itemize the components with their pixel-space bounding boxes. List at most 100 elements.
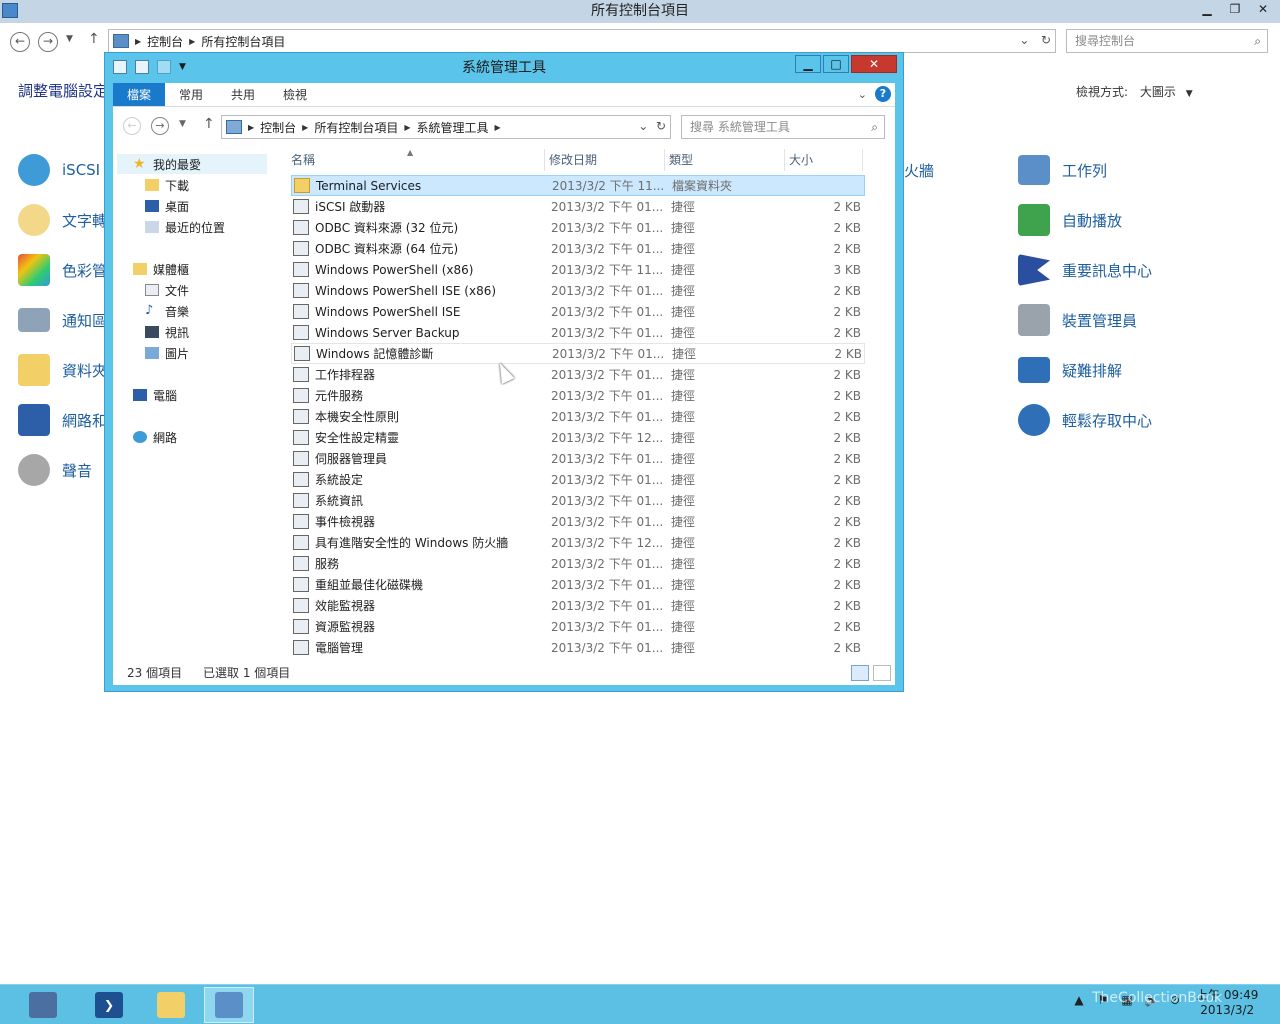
- chevron-down-icon[interactable]: ⌄: [638, 119, 648, 133]
- tree-item-libraries[interactable]: 媒體櫃: [133, 259, 189, 279]
- help-icon[interactable]: ?: [875, 86, 891, 102]
- column-header-name[interactable]: ▲ 名稱: [287, 148, 545, 171]
- tree-item-desktop[interactable]: 桌面: [145, 196, 189, 216]
- file-row[interactable]: 事件檢視器 2013/3/2 下午 01... 捷徑 2 KB: [291, 511, 865, 532]
- file-date: 2013/3/2 下午 01...: [551, 368, 664, 382]
- bg-search-input[interactable]: 搜尋控制台 ⌕: [1066, 29, 1268, 53]
- cp-item-folder-options[interactable]: 資料夾: [18, 350, 107, 390]
- file-row[interactable]: Windows PowerShell ISE 2013/3/2 下午 01... 捷…: [291, 301, 865, 322]
- tree-item-videos[interactable]: 視訊: [145, 322, 189, 342]
- back-arrow-icon[interactable]: ←: [123, 117, 141, 135]
- tab-home[interactable]: 常用: [165, 83, 217, 106]
- tree-item-pictures[interactable]: 圖片: [145, 343, 189, 363]
- cp-item-color-management[interactable]: 色彩管: [18, 250, 107, 290]
- ribbon-tabs: 檔案 常用 共用 檢視 ⌄ ?: [113, 83, 895, 107]
- tree-item-downloads[interactable]: 下載: [145, 175, 189, 195]
- file-row[interactable]: iSCSI 啟動器 2013/3/2 下午 01... 捷徑 2 KB: [291, 196, 865, 217]
- file-row[interactable]: Windows Server Backup 2013/3/2 下午 01... 捷徑…: [291, 322, 865, 343]
- tree-item-documents[interactable]: 文件: [145, 280, 189, 300]
- back-arrow-icon[interactable]: ←: [10, 32, 30, 52]
- cp-item-network-sharing[interactable]: 網路和: [18, 400, 107, 440]
- taskbar-file-explorer[interactable]: [146, 987, 196, 1023]
- file-row[interactable]: 系統設定 2013/3/2 下午 01... 捷徑 2 KB: [291, 469, 865, 490]
- breadcrumb-item[interactable]: 控制台: [260, 119, 296, 136]
- tab-view[interactable]: 檢視: [269, 83, 321, 106]
- tab-share[interactable]: 共用: [217, 83, 269, 106]
- close-button[interactable]: ✕: [1250, 0, 1276, 20]
- tree-item-recent-places[interactable]: 最近的位置: [145, 217, 225, 237]
- explorer-address-bar[interactable]: ▶ 控制台 ▶ 所有控制台項目 ▶ 系統管理工具 ▶ ⌄ ↻: [221, 115, 671, 139]
- explorer-search-input[interactable]: 搜尋 系統管理工具 ⌕: [681, 115, 885, 139]
- show-hidden-icons-icon[interactable]: ▲: [1072, 993, 1086, 1007]
- cp-item-iscsi[interactable]: iSCSI: [18, 150, 100, 190]
- minimize-button[interactable]: ▁: [795, 55, 821, 73]
- bg-address-bar[interactable]: ▶ 控制台 ▶ 所有控制台項目 ⌄ ↻: [108, 29, 1056, 53]
- chevron-down-icon[interactable]: ⌄: [1019, 33, 1029, 47]
- file-row[interactable]: 安全性設定精靈 2013/3/2 下午 12... 捷徑 2 KB: [291, 427, 865, 448]
- cp-item-sound[interactable]: 聲音: [18, 450, 92, 490]
- file-row[interactable]: 重組並最佳化磁碟機 2013/3/2 下午 01... 捷徑 2 KB: [291, 574, 865, 595]
- tree-item-computer[interactable]: 電腦: [133, 385, 177, 405]
- file-row[interactable]: 資源監視器 2013/3/2 下午 01... 捷徑 2 KB: [291, 616, 865, 637]
- file-row[interactable]: ODBC 資料來源 (64 位元) 2013/3/2 下午 01... 捷徑 2 KB: [291, 238, 865, 259]
- breadcrumb-item[interactable]: 系統管理工具: [417, 119, 489, 136]
- column-header-date[interactable]: 修改日期: [545, 149, 665, 171]
- recent-locations-chevron-icon[interactable]: ▼: [66, 34, 73, 44]
- file-row[interactable]: 服務 2013/3/2 下午 01... 捷徑 2 KB: [291, 553, 865, 574]
- forward-arrow-icon[interactable]: →: [151, 117, 169, 135]
- cp-item-troubleshooting[interactable]: 疑難排解: [1018, 350, 1122, 390]
- restore-button[interactable]: ❐: [1222, 0, 1248, 20]
- cp-item-ease-of-access[interactable]: 輕鬆存取中心: [1018, 400, 1152, 440]
- refresh-icon[interactable]: ↻: [1041, 33, 1051, 47]
- taskbar-server-manager[interactable]: [18, 987, 68, 1023]
- powershell-icon: ❯: [95, 992, 123, 1018]
- cp-item-action-center[interactable]: 重要訊息中心: [1018, 250, 1152, 290]
- column-header-size[interactable]: 大小: [785, 149, 863, 171]
- breadcrumb-item[interactable]: 控制台: [147, 33, 183, 50]
- view-by-value[interactable]: 大圖示: [1140, 85, 1176, 99]
- tree-item-network[interactable]: 網路: [133, 427, 177, 447]
- file-row[interactable]: 本機安全性原則 2013/3/2 下午 01... 捷徑 2 KB: [291, 406, 865, 427]
- cp-item-notification-area[interactable]: 通知區: [18, 300, 107, 340]
- view-by-control[interactable]: 檢視方式: 大圖示 ▼: [1076, 83, 1193, 100]
- file-row[interactable]: Terminal Services 2013/3/2 下午 11... 檔案資料夾: [291, 175, 865, 196]
- taskbar-control-panel[interactable]: [204, 987, 254, 1023]
- file-row[interactable]: 工作排程器 2013/3/2 下午 01... 捷徑 2 KB: [291, 364, 865, 385]
- file-row[interactable]: Windows 記憶體診斷 2013/3/2 下午 01... 捷徑 2 KB: [291, 343, 865, 364]
- file-row[interactable]: 效能監視器 2013/3/2 下午 01... 捷徑 2 KB: [291, 595, 865, 616]
- file-row[interactable]: 具有進階安全性的 Windows 防火牆 2013/3/2 下午 12... 捷徑 2…: [291, 532, 865, 553]
- file-row[interactable]: 系統資訊 2013/3/2 下午 01... 捷徑 2 KB: [291, 490, 865, 511]
- tree-item-favorites[interactable]: ★ 我的最愛: [117, 154, 267, 174]
- search-icon[interactable]: ⌕: [871, 116, 878, 138]
- search-icon[interactable]: ⌕: [1254, 30, 1261, 52]
- tab-file[interactable]: 檔案: [113, 83, 166, 106]
- cp-item-autoplay[interactable]: 自動播放: [1018, 200, 1122, 240]
- chevron-down-icon[interactable]: ▼: [1186, 89, 1193, 99]
- up-arrow-icon[interactable]: ↑: [203, 116, 215, 132]
- close-button[interactable]: ✕: [851, 55, 897, 73]
- expand-ribbon-chevron-icon[interactable]: ⌄: [858, 88, 867, 101]
- large-icons-view-icon[interactable]: [873, 665, 891, 681]
- file-row[interactable]: 元件服務 2013/3/2 下午 01... 捷徑 2 KB: [291, 385, 865, 406]
- file-row[interactable]: Windows PowerShell ISE (x86) 2013/3/2 下午 …: [291, 280, 865, 301]
- cp-item-text-to-speech[interactable]: 文字轉: [18, 200, 107, 240]
- cp-item-taskbar[interactable]: 工作列: [1018, 150, 1107, 190]
- column-header-type[interactable]: 類型: [665, 149, 785, 171]
- file-row[interactable]: 電腦管理 2013/3/2 下午 01... 捷徑 2 KB: [291, 637, 865, 658]
- refresh-icon[interactable]: ↻: [656, 119, 666, 133]
- file-row[interactable]: Windows PowerShell (x86) 2013/3/2 下午 11..…: [291, 259, 865, 280]
- cp-item-device-manager[interactable]: 裝置管理員: [1018, 300, 1137, 340]
- up-arrow-icon[interactable]: ↑: [88, 31, 100, 47]
- taskbar-powershell[interactable]: ❯: [84, 987, 134, 1023]
- file-row[interactable]: ODBC 資料來源 (32 位元) 2013/3/2 下午 01... 捷徑 2 KB: [291, 217, 865, 238]
- recent-locations-chevron-icon[interactable]: ▼: [179, 119, 186, 129]
- minimize-button[interactable]: ▁: [1194, 0, 1220, 20]
- file-row[interactable]: 伺服器管理員 2013/3/2 下午 01... 捷徑 2 KB: [291, 448, 865, 469]
- forward-arrow-icon[interactable]: →: [38, 32, 58, 52]
- maximize-button[interactable]: □: [823, 55, 849, 73]
- breadcrumb-item[interactable]: 所有控制台項目: [314, 119, 398, 136]
- tree-item-music[interactable]: ♪ 音樂: [145, 301, 189, 321]
- cp-item-firewall-partial[interactable]: 火牆: [904, 150, 934, 190]
- details-view-icon[interactable]: [851, 665, 869, 681]
- breadcrumb-item[interactable]: 所有控制台項目: [201, 33, 285, 50]
